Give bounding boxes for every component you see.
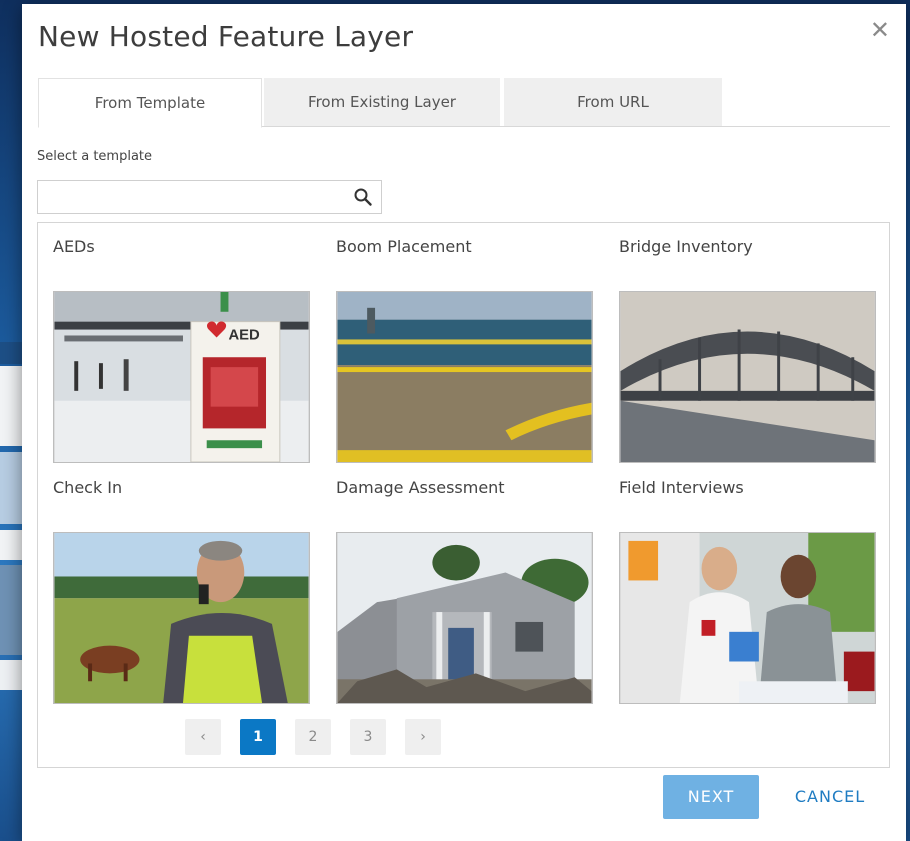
page-3-button[interactable]: 3 (350, 719, 386, 755)
template-thumbnail-field-interviews[interactable] (619, 532, 876, 704)
check-in-thumbnail-image (54, 533, 309, 703)
template-card-aeds[interactable]: AEDs AED (53, 237, 310, 463)
template-card-check-in[interactable]: Check In (53, 478, 310, 704)
field-interviews-thumbnail-image (620, 533, 875, 703)
tab-from-existing-layer[interactable]: From Existing Layer (264, 78, 500, 126)
template-thumbnail-boom-placement[interactable] (336, 291, 593, 463)
dialog-title: New Hosted Feature Layer (38, 20, 414, 53)
tab-from-template[interactable]: From Template (38, 78, 262, 128)
template-label: Damage Assessment (336, 478, 505, 497)
search-icon[interactable] (353, 187, 373, 207)
bridge-inventory-thumbnail-image (620, 292, 875, 462)
close-icon[interactable]: ✕ (870, 18, 890, 42)
prev-page-button[interactable]: ‹ (185, 719, 221, 755)
aed-sign-text: AED (228, 327, 260, 343)
damage-assessment-thumbnail-image (337, 533, 592, 703)
template-thumbnail-aeds[interactable]: AED (53, 291, 310, 463)
template-thumbnail-check-in[interactable] (53, 532, 310, 704)
cancel-button[interactable]: CANCEL (780, 775, 880, 819)
page-2-button[interactable]: 2 (295, 719, 331, 755)
aed-thumbnail-image: AED (54, 292, 309, 462)
template-card-damage-assessment[interactable]: Damage Assessment (336, 478, 593, 704)
search-input[interactable] (38, 181, 348, 213)
next-button[interactable]: NEXT (663, 775, 759, 819)
template-thumbnail-bridge-inventory[interactable] (619, 291, 876, 463)
tab-from-url[interactable]: From URL (504, 78, 722, 126)
boom-placement-thumbnail-image (337, 292, 592, 462)
tab-bar: From Template From Existing Layer From U… (38, 78, 890, 128)
template-card-boom-placement[interactable]: Boom Placement (336, 237, 593, 463)
template-label: Bridge Inventory (619, 237, 753, 256)
template-thumbnail-damage-assessment[interactable] (336, 532, 593, 704)
select-template-label: Select a template (37, 149, 153, 164)
template-label: Boom Placement (336, 237, 472, 256)
new-hosted-feature-layer-dialog: New Hosted Feature Layer ✕ From Template… (22, 4, 906, 841)
template-card-field-interviews[interactable]: Field Interviews (619, 478, 876, 704)
template-search (37, 180, 382, 214)
template-label: Field Interviews (619, 478, 744, 497)
template-label: AEDs (53, 237, 95, 256)
template-gallery: AEDs AED Boom Placement Bridge Inventory… (37, 222, 890, 768)
page-1-button[interactable]: 1 (240, 719, 276, 755)
next-page-button[interactable]: › (405, 719, 441, 755)
template-label: Check In (53, 478, 123, 497)
template-card-bridge-inventory[interactable]: Bridge Inventory (619, 237, 876, 463)
